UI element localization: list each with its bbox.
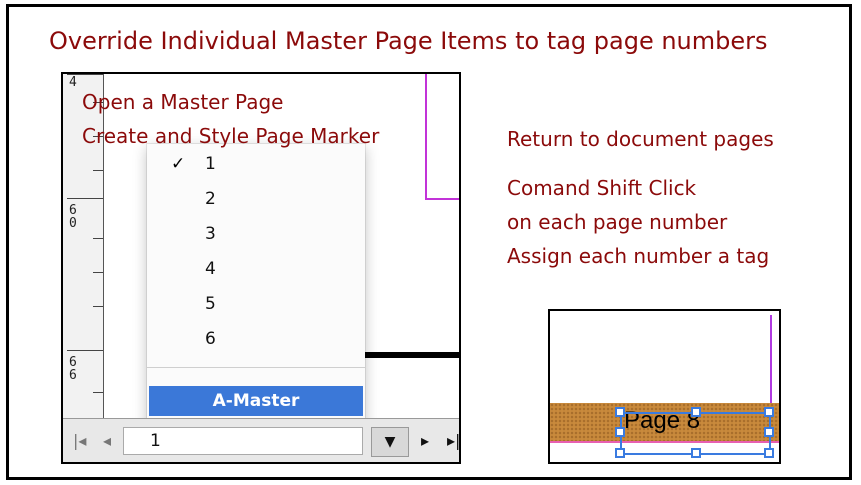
ruler-number-top: 4 [69,75,77,90]
menu-item-page-3[interactable]: 3 [205,224,216,244]
annotation-command-shift-click: Comand Shift Click [507,176,697,200]
next-page-icon[interactable]: ▸ [421,431,429,450]
margin-guide [425,74,427,198]
margin-guide [770,315,772,407]
page-navigation-bar: |◂ ◂ 1 ▼ ▸ ▸| [63,418,459,462]
annotation-create-marker: Create and Style Page Marker [82,124,380,148]
ruler-number-mid-2: 0 [69,216,77,231]
current-page-value: 1 [150,431,161,451]
selection-handle[interactable] [691,407,701,417]
slide-title: Override Individual Master Page Items to… [49,27,768,55]
prev-page-icon[interactable]: ◂ [103,431,111,450]
menu-item-page-5[interactable]: 5 [205,294,216,314]
indesign-screenshot-page-marker: Page 8 [548,309,781,464]
page-dropdown-button[interactable]: ▼ [371,427,409,457]
selection-handle[interactable] [764,427,774,437]
selection-handle[interactable] [615,448,625,458]
annotation-each-page-number: on each page number [507,210,728,234]
page-bottom-guide [550,441,779,443]
first-page-icon[interactable]: |◂ [73,431,86,450]
selection-handle[interactable] [615,427,625,437]
annotation-return: Return to document pages [507,127,774,151]
ruler-number-low-2: 6 [69,368,77,383]
menu-item-page-6[interactable]: 6 [205,329,216,349]
chevron-down-icon: ▼ [384,434,396,450]
page-edge-line [363,352,459,358]
annotation-assign-tag: Assign each number a tag [507,244,770,268]
page-number-field[interactable]: 1 [123,427,363,455]
menu-item-page-2[interactable]: 2 [205,189,216,209]
page-popup-menu: ✓ 1 2 3 4 5 6 A-Master [147,144,365,430]
annotation-open-master: Open a Master Page [82,90,284,114]
selection-handle[interactable] [615,407,625,417]
selection-handle[interactable] [691,448,701,458]
checkmark-icon: ✓ [171,154,186,174]
selection-handle[interactable] [764,407,774,417]
menu-item-page-4[interactable]: 4 [205,259,216,279]
menu-item-a-master[interactable]: A-Master [149,386,363,416]
margin-guide-horizontal [425,198,459,200]
menu-item-page-1[interactable]: 1 [205,154,216,174]
selection-handle[interactable] [764,448,774,458]
menu-separator [147,367,365,368]
last-page-icon[interactable]: ▸| [447,431,459,450]
